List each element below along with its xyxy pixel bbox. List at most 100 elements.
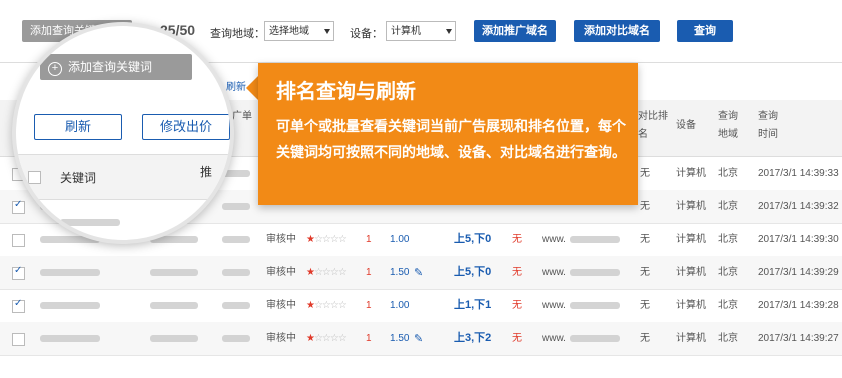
col-query-region: 查询地域 [718, 111, 738, 140]
red-flag: 无 [512, 267, 522, 278]
bid-value: 1.00 [390, 300, 410, 311]
refresh-button[interactable]: 刷新 [34, 114, 122, 140]
status-text: 审核中 [266, 234, 296, 245]
device-value: 计算机 [676, 300, 706, 311]
row-checkbox[interactable] [12, 265, 25, 280]
callout-description: 可单个或批量查看关键词当前广告展现和排名位置，每个关键词均可按照不同的地域、设备… [276, 118, 626, 160]
rank-link[interactable]: 上1,下1 [454, 289, 491, 322]
feature-callout: 排名查询与刷新 可单个或批量查看关键词当前广告展现和排名位置，每个关键词均可按照… [258, 63, 638, 205]
keyword-text-blurred [40, 335, 100, 342]
domain-prefix: www. [542, 300, 566, 311]
quality-stars: ★☆☆☆☆ [306, 234, 347, 245]
modify-bid-button[interactable]: 修改出价 [142, 114, 230, 140]
col-query-time: 查询时间 [758, 111, 778, 140]
domain-text-blurred [570, 302, 620, 309]
device-value: 计算机 [676, 267, 706, 278]
row-checkbox[interactable] [12, 333, 25, 346]
query-time-value: 2017/3/1 14:39:27 [758, 333, 839, 344]
col-keyword: 关键词 [60, 171, 97, 185]
query-time-value: 2017/3/1 14:39:32 [758, 201, 839, 212]
region-value: 北京 [718, 168, 738, 179]
device-select[interactable]: 计算机 [386, 21, 456, 41]
domain-prefix: www. [542, 333, 566, 344]
domain-text-blurred [570, 236, 620, 243]
status-text: 审核中 [266, 267, 296, 278]
region-value: 北京 [718, 333, 738, 344]
star-count: 1 [366, 234, 372, 245]
row-checkbox[interactable] [12, 298, 25, 313]
compare-rank-value: 无 [640, 234, 650, 245]
row-checkbox[interactable] [28, 212, 41, 227]
row-checkbox[interactable] [12, 234, 25, 247]
chevron-down-icon [446, 29, 452, 34]
region-label: 查询地域： [210, 28, 265, 40]
table-row: 审核中 ★☆☆☆☆ 1 1.00 上1,下1 无 www. 无 计算机 北京 2017/3/1 14… [0, 289, 842, 323]
query-time-value: 2017/3/1 14:39:28 [758, 300, 839, 311]
status-text: 审核中 [266, 300, 296, 311]
row-checkbox[interactable] [12, 199, 25, 214]
device-select-value: 计算机 [391, 26, 421, 37]
rank-link[interactable]: 上5,下0 [454, 256, 491, 289]
region-value: 北京 [718, 234, 738, 245]
col-device: 设备 [676, 120, 696, 131]
quality-stars: ★☆☆☆☆ [306, 267, 347, 278]
red-flag: 无 [512, 333, 522, 344]
star-count: 1 [366, 300, 372, 311]
domain-prefix: www. [542, 234, 566, 245]
domain-text-blurred [570, 335, 620, 342]
device-value: 计算机 [676, 201, 706, 212]
query-button[interactable]: 查询 [677, 20, 733, 42]
table-row: 审核中 ★☆☆☆☆ 1 1.50 ✎ 上3,下2 无 www. 无 计算机 北京 2017/3/1 1… [0, 322, 842, 356]
rank-link[interactable]: 上3,下2 [454, 322, 491, 355]
keyword-text-blurred [40, 302, 100, 309]
query-time-value: 2017/3/1 14:39:33 [758, 168, 839, 179]
device-value: 计算机 [676, 234, 706, 245]
select-all-checkbox[interactable] [28, 171, 41, 184]
query-time-value: 2017/3/1 14:39:29 [758, 267, 839, 278]
rank-link[interactable]: 上5,下0 [454, 223, 491, 256]
table-row: 审核中 ★☆☆☆☆ 1 1.50 ✎ 上5,下0 无 www. 无 计算机 北京 2017/3/1 1… [0, 256, 842, 290]
region-select[interactable]: 选择地域 [264, 21, 334, 41]
compare-rank-value: 无 [640, 333, 650, 344]
unit-text-blurred [222, 335, 250, 342]
col-promo-partial: 推 [200, 165, 213, 179]
bid-value: 1.00 [390, 234, 410, 245]
compare-rank-value: 无 [640, 267, 650, 278]
device-label: 设备： [350, 28, 383, 40]
edit-icon[interactable]: ✎ [414, 332, 423, 345]
star-count: 1 [366, 267, 372, 278]
unit-text-blurred [222, 302, 250, 309]
region-value: 北京 [718, 267, 738, 278]
device-value: 计算机 [676, 333, 706, 344]
callout-pointer [246, 76, 258, 100]
red-flag: 无 [512, 234, 522, 245]
add-promo-domain-button[interactable]: 添加推广域名 [474, 20, 556, 42]
status-text: 审核中 [266, 333, 296, 344]
quality-stars: ★☆☆☆☆ [306, 333, 347, 344]
region-value: 北京 [718, 201, 738, 212]
bid-value: 1.50 [390, 333, 410, 344]
magnified-add-keyword-button[interactable]: + 添加查询关键词 [40, 54, 192, 80]
edit-icon[interactable]: ✎ [414, 266, 423, 279]
region-value: 北京 [718, 300, 738, 311]
add-compare-domain-button[interactable]: 添加对比域名 [574, 20, 660, 42]
quality-stars: ★☆☆☆☆ [306, 300, 347, 311]
bid-value: 1.50 [390, 267, 410, 278]
magnified-table-header: 关键词 推 [16, 154, 230, 200]
plan-text-blurred [150, 269, 198, 276]
domain-prefix: www. [542, 267, 566, 278]
query-time-value: 2017/3/1 14:39:30 [758, 234, 839, 245]
partial-refresh-link[interactable]: 刷新 [226, 78, 246, 93]
magnifier-lens: + 添加查询关键词 刷新 修改出价 关键词 推 [12, 22, 234, 244]
keyword-text-blurred [40, 269, 100, 276]
keyword-text-blurred [60, 219, 120, 226]
compare-rank-value: 无 [640, 168, 650, 179]
callout-title: 排名查询与刷新 [276, 81, 416, 103]
compare-rank-value: 无 [640, 201, 650, 212]
star-count: 1 [366, 333, 372, 344]
unit-text-blurred [222, 236, 250, 243]
col-compare-rank: 对比排名 [638, 111, 668, 140]
unit-text-blurred [222, 203, 250, 210]
chevron-down-icon [324, 29, 330, 34]
red-flag: 无 [512, 300, 522, 311]
